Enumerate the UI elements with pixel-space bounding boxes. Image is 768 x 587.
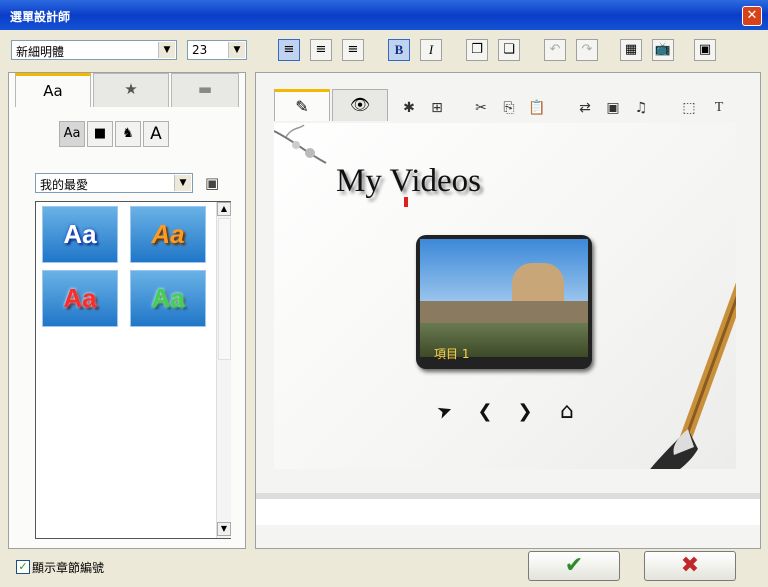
text-style-button[interactable]: Aa (59, 121, 85, 147)
background-icon: ▬ (197, 80, 213, 98)
save-favorite-icon[interactable]: ▣ (205, 174, 219, 192)
close-x-icon: ✖ (680, 553, 700, 578)
size-dropdown[interactable]: 23 ▼ (187, 40, 247, 60)
style-thumbnail[interactable]: Aa (130, 270, 206, 327)
scroll-up-icon[interactable]: ▲ (217, 202, 231, 216)
bring-forward-button[interactable]: ❐ (466, 39, 488, 61)
scroll-down-icon[interactable]: ▼ (217, 522, 231, 536)
preview-status-bar (256, 493, 760, 525)
tab-backgrounds[interactable]: ▬ (171, 73, 239, 107)
thumbnail-bridge (420, 301, 588, 323)
show-chapter-number-checkbox[interactable]: ✓ (16, 560, 30, 574)
style-sample-text: Aa (151, 283, 185, 313)
size-value: 23 (192, 43, 208, 57)
title-bar: 選單設計師 ✕ (0, 0, 768, 30)
vertical-scrollbar[interactable]: ▲ ▼ (216, 202, 231, 538)
grid-button[interactable]: ▦ (620, 39, 642, 61)
save-button[interactable]: ▣ (694, 39, 716, 61)
close-button[interactable]: ✕ (742, 6, 762, 26)
tab-effects[interactable]: ★ (93, 73, 169, 107)
save-icon: ▣ (698, 42, 712, 57)
home-icon[interactable]: ⌂ (556, 401, 578, 423)
shadow-icon: ♞ (122, 126, 134, 141)
copy-icon[interactable]: ⎘ (498, 97, 520, 119)
edit-menu-icon: ✎ (295, 97, 309, 116)
align-center-button[interactable]: ≡ (310, 39, 332, 61)
3d-style-button[interactable]: ■ (87, 121, 113, 147)
tab-edit[interactable]: ✎ (274, 89, 330, 121)
shadow-style-button[interactable]: ♞ (115, 121, 141, 147)
text-style-icon: Aa (43, 82, 63, 100)
redo-icon: ↷ (581, 42, 593, 57)
send-backward-icon: ❏ (503, 42, 515, 57)
style-sample-text: Aa (63, 219, 97, 249)
text-tool-icon[interactable]: T (708, 97, 730, 119)
font-dropdown[interactable]: 新細明體 ▼ (11, 40, 177, 60)
send-backward-button[interactable]: ❏ (498, 39, 520, 61)
undo-button[interactable]: ↶ (544, 39, 566, 61)
tv-safe-icon: 📺 (654, 42, 672, 57)
menu-canvas[interactable]: My Videos 項目 1 ➤ ❮ ❯ ⌂ (274, 123, 736, 469)
cancel-button[interactable]: ✖ (644, 551, 736, 581)
align-center-icon: ≡ (315, 42, 327, 57)
outline-style-button[interactable]: A (143, 121, 169, 147)
show-chapter-number-label: 顯示章節編號 (32, 561, 105, 575)
window-title: 選單設計師 (10, 10, 71, 24)
ink-branch-decoration (274, 124, 327, 164)
style-thumbnail-list: Aa Aa Aa Aa ▲ ▼ (35, 201, 231, 539)
align-left-icon: ≡ (283, 42, 295, 57)
grid-icon: ▦ (624, 42, 638, 57)
tab-preview[interactable]: 👁 (332, 89, 388, 121)
chapter-item-label[interactable]: 項目 1 (434, 345, 469, 362)
select-area-icon[interactable]: ⬚ (678, 97, 700, 119)
style-thumbnail[interactable]: Aa (130, 206, 206, 263)
style-sample-text: Aa (151, 219, 185, 249)
align-left-button[interactable]: ≡ (278, 39, 300, 61)
align-right-icon: ≡ (347, 42, 359, 57)
italic-button[interactable]: I (420, 39, 442, 61)
bring-forward-icon: ❐ (471, 42, 483, 57)
chevron-down-icon: ▼ (158, 42, 175, 58)
scroll-thumb[interactable] (218, 218, 231, 360)
style-sample-text: Aa (63, 283, 97, 313)
category-value: 我的最愛 (40, 178, 89, 192)
style-thumbnail[interactable]: Aa (42, 206, 118, 263)
font-value: 新細明體 (16, 45, 65, 59)
cube-icon: ■ (93, 126, 107, 141)
ink-brush-decoration (650, 282, 736, 469)
align-object-icon[interactable]: ⊞ (426, 97, 448, 119)
video-settings-icon[interactable]: ▣ (602, 97, 624, 119)
outline-a-icon: A (150, 124, 162, 144)
change-thumbnail-icon[interactable]: ⇄ (574, 97, 596, 119)
menu-title-text[interactable]: My Videos (336, 163, 481, 200)
bold-button[interactable]: B (388, 39, 410, 61)
add-object-icon[interactable]: ✱ (398, 97, 420, 119)
cut-icon[interactable]: ✂ (470, 97, 492, 119)
music-icon[interactable]: ♫ (630, 97, 652, 119)
style-thumbnail[interactable]: Aa (42, 270, 118, 327)
category-dropdown[interactable]: 我的最愛 ▼ (35, 173, 193, 193)
ok-button[interactable]: ✔ (528, 551, 620, 581)
menu-editor-panel: ✎ 👁 ✱ ⊞ ✂ ⎘ 📋 ⇄ ▣ ♫ ⬚ T My Videos 項目 1 ➤… (255, 72, 761, 549)
style-library-panel: Aa ★ ▬ Aa ■ ♞ A 我的最愛 ▼ ▣ Aa Aa Aa Aa ▲ ▼ (8, 72, 246, 549)
undo-icon: ↶ (549, 42, 561, 57)
star-icon: ★ (124, 80, 138, 98)
tab-text-styles[interactable]: Aa (15, 73, 91, 107)
paste-icon[interactable]: 📋 (526, 97, 548, 119)
text-aa-icon: Aa (63, 126, 81, 141)
checkmark-icon: ✔ (564, 553, 584, 578)
align-right-button[interactable]: ≡ (342, 39, 364, 61)
text-cursor-marker (404, 197, 408, 207)
preview-eye-icon: 👁 (349, 95, 371, 114)
redo-button[interactable]: ↷ (576, 39, 598, 61)
next-arrow-icon[interactable]: ❯ (514, 401, 536, 423)
previous-arrow-icon[interactable]: ❮ (474, 401, 496, 423)
chevron-down-icon: ▼ (228, 42, 245, 58)
cursor-arrow-icon[interactable]: ➤ (431, 398, 459, 426)
chapter-thumbnail[interactable]: 項目 1 (416, 235, 592, 369)
tv-safe-zone-button[interactable]: 📺 (652, 39, 674, 61)
chevron-down-icon: ▼ (174, 175, 191, 191)
